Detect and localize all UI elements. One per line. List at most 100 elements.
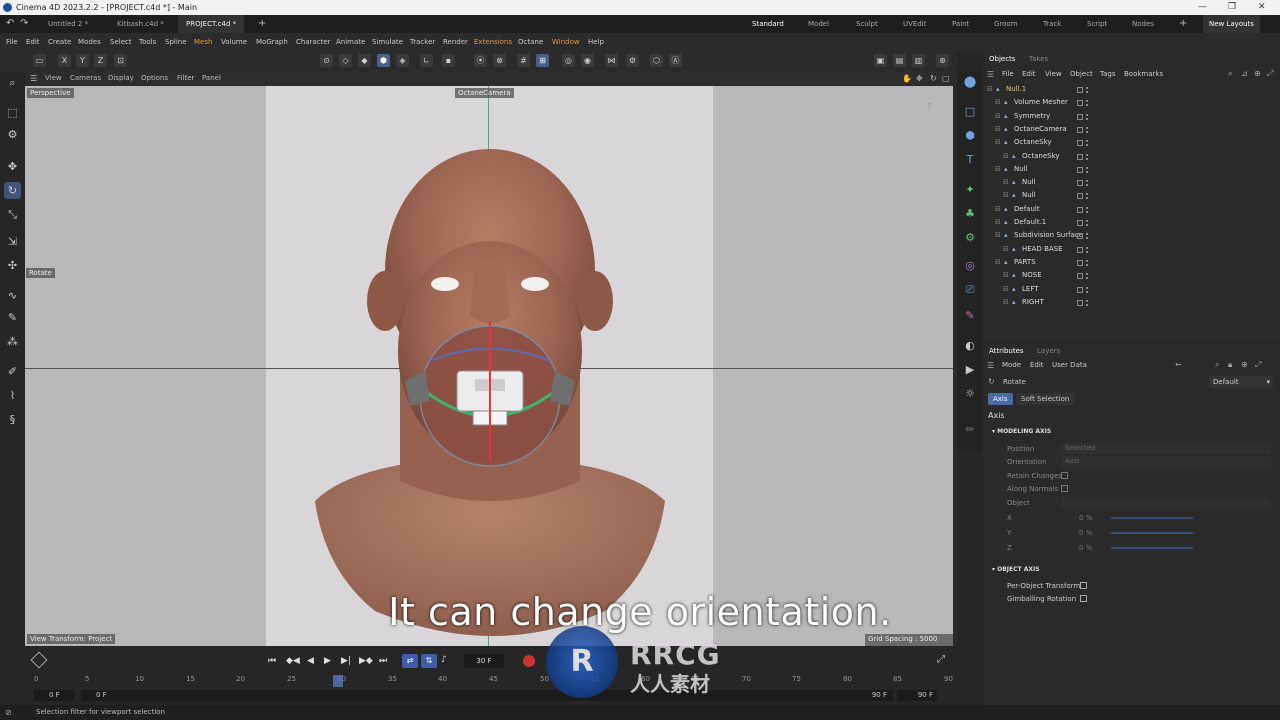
new-tab-button[interactable]: + [258,15,266,33]
object-row[interactable]: ⊟ ▴ RIGHT [983,296,1280,309]
render-visibility-dots[interactable] [1086,273,1089,280]
preset-dropdown[interactable]: Default ▾ [1209,376,1273,388]
viewport-menu-panel[interactable]: Panel [202,71,221,86]
object-mode-icon[interactable]: ⬢ [377,54,390,67]
camera-object-icon[interactable]: ▶ [961,361,979,379]
visibility-checkbox[interactable] [1077,100,1083,107]
menu-modes[interactable]: Modes [78,33,101,51]
brush-icon[interactable]: ✎ [4,309,21,326]
retain-changes-checkbox[interactable] [1061,472,1068,479]
objects-menu-bookmarks[interactable]: Bookmarks [1124,70,1163,78]
visibility-checkbox[interactable] [1077,153,1083,160]
search-icon[interactable]: ⌕ [4,74,21,91]
menu-extensions[interactable]: Extensions [474,33,512,51]
axis-z-toggle[interactable]: Z [94,54,107,67]
menu-select[interactable]: Select [110,33,132,51]
visibility-checkbox[interactable] [1077,286,1083,293]
objects-expand-icon[interactable]: ⤢ [1267,69,1273,79]
magnet-icon[interactable]: ⊗ [493,54,506,67]
render-visibility-dots[interactable] [1086,220,1089,226]
expand-toggle-icon[interactable]: ⊟ [1003,243,1009,256]
object-row[interactable]: ⊟ ▴ Null [983,176,1280,189]
expand-toggle-icon[interactable]: ⊟ [1003,176,1009,189]
redo-icon[interactable]: ↷ [20,15,28,33]
doc-tab-kitbash[interactable]: Kitbash.c4d * [109,15,172,33]
menu-tracker[interactable]: Tracker [410,33,435,51]
per-object-transform-checkbox[interactable] [1080,582,1087,589]
visibility-checkbox[interactable] [1077,233,1083,240]
expand-toggle-icon[interactable]: ⊟ [1003,189,1009,202]
menu-character[interactable]: Character [296,33,331,51]
menu-file[interactable]: File [6,33,18,51]
object-row[interactable]: ⊟ ▴ OctaneCamera [983,123,1280,136]
object-row[interactable]: ⊟ ▴ Volume Mesher [983,96,1280,109]
prev-frame-icon[interactable]: ◀ [307,656,314,666]
object-row[interactable]: ⊟ ▴ Default.1 [983,216,1280,229]
y-value[interactable]: 0 % [1079,529,1092,537]
lock-icon[interactable]: 🔒︎ [1228,360,1232,370]
axis-x-toggle[interactable]: X [58,54,71,67]
settings-gear-icon[interactable]: ⚙ [626,54,639,67]
viewport-menu-cameras[interactable]: Cameras [70,71,101,86]
doc-tab-untitled[interactable]: Untitled 2 * [40,15,96,33]
objects-menu-view[interactable]: View [1045,70,1062,78]
uv-mode-icon[interactable]: ◈ [396,54,409,67]
viewport-move-icon[interactable]: ✥ [916,71,923,86]
render-visibility-dots[interactable] [1086,246,1089,253]
render-visibility-dots[interactable] [1086,259,1089,266]
gimballing-rotation-checkbox[interactable] [1080,595,1087,602]
expand-toggle-icon[interactable]: ⊟ [1003,283,1009,296]
z-value[interactable]: 0 % [1079,544,1092,552]
menu-simulate[interactable]: Simulate [372,33,403,51]
viewport-menu-view[interactable]: View [45,71,62,86]
render-visibility-dots[interactable] [1086,87,1089,93]
generator-icon[interactable]: ✦ [961,181,979,199]
menu-volume[interactable]: Volume [221,33,247,51]
playhead[interactable] [333,675,343,687]
objects-menu-tags[interactable]: Tags [1100,70,1116,78]
live-selection-icon[interactable]: ⚙ [4,126,21,143]
doc-tab-project[interactable]: PROJECT.c4d * [178,15,245,33]
menu-animate[interactable]: Animate [336,33,365,51]
visibility-checkbox[interactable] [1077,126,1083,133]
object-row[interactable]: ⊟ ▴ Symmetry [983,110,1280,123]
timeline-graph-icon[interactable]: ⤢ [937,654,945,665]
expand-toggle-icon[interactable]: ⊟ [1003,150,1009,163]
layout-sculpt[interactable]: Sculpt [856,15,878,33]
z-slider[interactable] [1111,547,1193,549]
subtab-soft-selection[interactable]: Soft Selection [1016,393,1075,405]
expand-toggle-icon[interactable]: ⊟ [1003,296,1009,309]
object-row[interactable]: ⊟ ▴ PARTS [983,256,1280,269]
viewport-menu-filter[interactable]: Filter [177,71,194,86]
viewport-hamburger-icon[interactable]: ☰ [30,71,37,86]
visibility-checkbox[interactable] [1077,193,1083,200]
viewport-menu-display[interactable]: Display [108,71,134,86]
loop-icon[interactable]: ⇄ [402,654,418,668]
layout-standard[interactable]: Standard [752,15,784,33]
render-visibility-dots[interactable] [1086,153,1089,160]
light-icon[interactable]: ☼ [961,385,979,403]
next-frame-icon[interactable]: ▶| [341,656,351,666]
texture-mode-icon[interactable]: ▪ [442,54,455,67]
add-layout-button[interactable]: + [1179,15,1187,33]
object-row[interactable]: ⊟ ▴ OctaneSky [983,136,1280,149]
render-picture-viewer-icon[interactable]: ▤ [893,54,906,67]
expand-toggle-icon[interactable]: ⊟ [995,229,1001,242]
layout-model[interactable]: Model [808,15,829,33]
objects-search-icon[interactable]: ⌕ [1228,69,1232,79]
back-arrow-icon[interactable]: ← [1175,360,1182,369]
visibility-checkbox[interactable] [1077,220,1083,226]
cube-primitive-icon[interactable]: □ [961,103,979,121]
grid-snap-icon[interactable]: # [517,54,530,67]
next-key-icon[interactable]: ▶◆ [359,656,373,666]
transform-tool-icon[interactable]: ⇲ [4,233,21,250]
along-normals-checkbox[interactable] [1061,485,1068,492]
viewport-menu-options[interactable]: Options [141,71,168,86]
viewport-rotate-icon[interactable]: ↻ [930,71,937,86]
render-settings-icon[interactable]: ▥ [912,54,925,67]
close-button[interactable]: ✕ [1258,0,1266,15]
render-visibility-dots[interactable] [1086,193,1089,200]
current-frame-field[interactable]: 30 F [464,654,504,668]
timeline-ruler[interactable]: 051015202530354045505560657075808590 [34,675,953,687]
mograph-cloner-icon[interactable]: ♣ [961,205,979,223]
